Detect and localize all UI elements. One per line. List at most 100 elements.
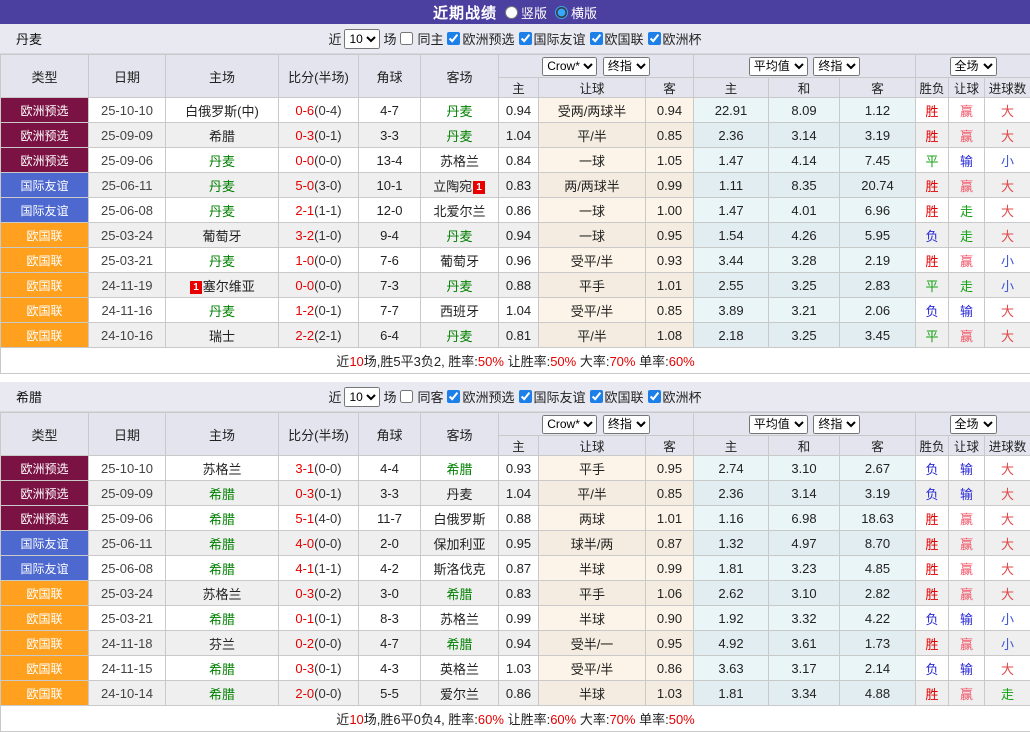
odds-home-cell: 0.86 [499, 681, 539, 706]
halftime-score: (3-0) [314, 178, 341, 193]
home-team-cell: 芬兰 [166, 631, 279, 656]
odds-handicap-cell: 平/半 [539, 323, 646, 348]
team-label: 丹麦 [446, 329, 472, 344]
odds-group-header: Crow* 终指 [499, 55, 694, 78]
odds-home-cell: 1.04 [499, 123, 539, 148]
odds-home-cell: 1.03 [499, 656, 539, 681]
final-index-select-2[interactable]: 终指 [813, 415, 860, 434]
odds-away-cell: 1.08 [646, 323, 694, 348]
avg-home-cell: 4.92 [694, 631, 769, 656]
fulltime-score: 1-2 [295, 303, 314, 318]
avg-draw-cell: 3.23 [769, 556, 840, 581]
odds-away-cell: 0.87 [646, 531, 694, 556]
euro-qual-checkbox[interactable] [447, 32, 460, 45]
average-select[interactable]: 平均值 [749, 57, 808, 76]
home-team-cell: 苏格兰 [166, 456, 279, 481]
avg-draw-cell: 3.14 [769, 481, 840, 506]
avg-away-cell: 4.85 [840, 556, 916, 581]
nations-league-checkbox[interactable] [590, 390, 603, 403]
recent-count-select[interactable]: 10 [344, 29, 380, 49]
recent-count-select[interactable]: 10 [344, 387, 380, 407]
recent-label: 近 [328, 387, 341, 406]
result-wdl-cell: 胜 [916, 173, 949, 198]
odds-home-cell: 0.88 [499, 506, 539, 531]
team-label: 保加利亚 [433, 537, 485, 552]
vertical-layout-radio[interactable] [505, 6, 518, 19]
final-index-select[interactable]: 终指 [603, 415, 650, 434]
halftime-score: (0-1) [314, 303, 341, 318]
result-goals-cell: 大 [985, 556, 1030, 581]
euro-cup-checkbox[interactable] [648, 390, 661, 403]
odds-away-cell: 0.90 [646, 606, 694, 631]
team-label: 丹麦 [446, 279, 472, 294]
halftime-score: (0-0) [314, 686, 341, 701]
summary-stat-value: 50% [478, 354, 504, 369]
euro-qual-checkbox[interactable] [447, 390, 460, 403]
avg-home-cell: 22.91 [694, 98, 769, 123]
bookmaker-select[interactable]: Crow* [542, 57, 597, 76]
match-row: 欧国联24-11-16丹麦1-2(0-1)7-7西班牙1.04受平/半0.853… [1, 298, 1030, 323]
avg-away-cell: 2.14 [840, 656, 916, 681]
nations-league-checkbox[interactable] [590, 32, 603, 45]
team-label: 丹麦 [209, 304, 235, 319]
league-filter-euro-qual[interactable]: 欧洲预选 [446, 387, 514, 406]
odds-home-cell: 0.84 [499, 148, 539, 173]
league-filter-eurocup[interactable]: 欧洲杯 [647, 387, 702, 406]
average-select[interactable]: 平均值 [749, 415, 808, 434]
avg-home-cell: 1.47 [694, 148, 769, 173]
league-filter-eurocup[interactable]: 欧洲杯 [647, 29, 702, 48]
final-index-select-2[interactable]: 终指 [813, 57, 860, 76]
fulltime-score: 0-3 [295, 486, 314, 501]
league-filter-friendly[interactable]: 国际友谊 [518, 29, 586, 48]
summary-text: 近 [336, 354, 349, 369]
team-label: 希腊 [209, 562, 235, 577]
layout-radio-horizontal-label[interactable]: 横版 [555, 3, 597, 22]
summary-text: 场,胜6平0负4, 胜率: [364, 712, 478, 727]
horizontal-layout-radio[interactable] [555, 6, 568, 19]
friendly-checkbox[interactable] [519, 390, 532, 403]
match-row: 国际友谊25-06-08希腊4-1(1-1)4-2斯洛伐克0.87半球0.991… [1, 556, 1030, 581]
bookmaker-select[interactable]: Crow* [542, 415, 597, 434]
euro-cup-checkbox[interactable] [648, 32, 661, 45]
avg-group-header: 平均值 终指 [694, 55, 916, 78]
fulltime-score: 0-0 [295, 278, 314, 293]
fulltime-score: 0-3 [295, 128, 314, 143]
odds-home-cell: 0.86 [499, 198, 539, 223]
corner-cell: 3-0 [359, 581, 421, 606]
league-type-cell: 欧国联 [1, 606, 89, 631]
league-filter-euro-qual[interactable]: 欧洲预选 [446, 29, 514, 48]
matches-label: 场 [383, 29, 396, 48]
odds-home-cell: 0.95 [499, 531, 539, 556]
avg-draw-cell: 3.25 [769, 273, 840, 298]
team-label: 苏格兰 [440, 154, 479, 169]
halftime-score: (0-1) [314, 661, 341, 676]
league-type-cell: 欧国联 [1, 223, 89, 248]
league-filter-friendly[interactable]: 国际友谊 [518, 387, 586, 406]
league-filter-nations[interactable]: 欧国联 [589, 387, 644, 406]
odds-away-cell: 0.95 [646, 631, 694, 656]
league-filter-nations[interactable]: 欧国联 [589, 29, 644, 48]
fulltime-select[interactable]: 全场 [950, 57, 997, 76]
avg-away-cell: 18.63 [840, 506, 916, 531]
home-team-cell: 葡萄牙 [166, 223, 279, 248]
friendly-checkbox[interactable] [519, 32, 532, 45]
avg-away-cell: 4.88 [840, 681, 916, 706]
same-venue-checkbox[interactable] [400, 390, 413, 403]
col-result-wdl: 胜负 [916, 436, 949, 456]
final-index-select[interactable]: 终指 [603, 57, 650, 76]
result-goals-cell: 走 [985, 681, 1030, 706]
odds-home-cell: 0.99 [499, 606, 539, 631]
summary-stat-value: 70% [609, 354, 635, 369]
avg-home-cell: 2.18 [694, 323, 769, 348]
same-venue-checkbox[interactable] [400, 32, 413, 45]
halftime-score: (0-0) [314, 636, 341, 651]
layout-radio-vertical-label[interactable]: 竖版 [505, 3, 547, 22]
fulltime-select[interactable]: 全场 [950, 415, 997, 434]
result-handicap-cell: 输 [949, 456, 985, 481]
home-team-cell: 希腊 [166, 506, 279, 531]
halftime-score: (0-1) [314, 611, 341, 626]
home-team-cell: 白俄罗斯(中) [166, 98, 279, 123]
match-date-cell: 24-11-19 [89, 273, 166, 298]
match-row: 欧国联24-11-15希腊0-3(0-1)4-3英格兰1.03受平/半0.863… [1, 656, 1030, 681]
home-team-cell: 希腊 [166, 681, 279, 706]
